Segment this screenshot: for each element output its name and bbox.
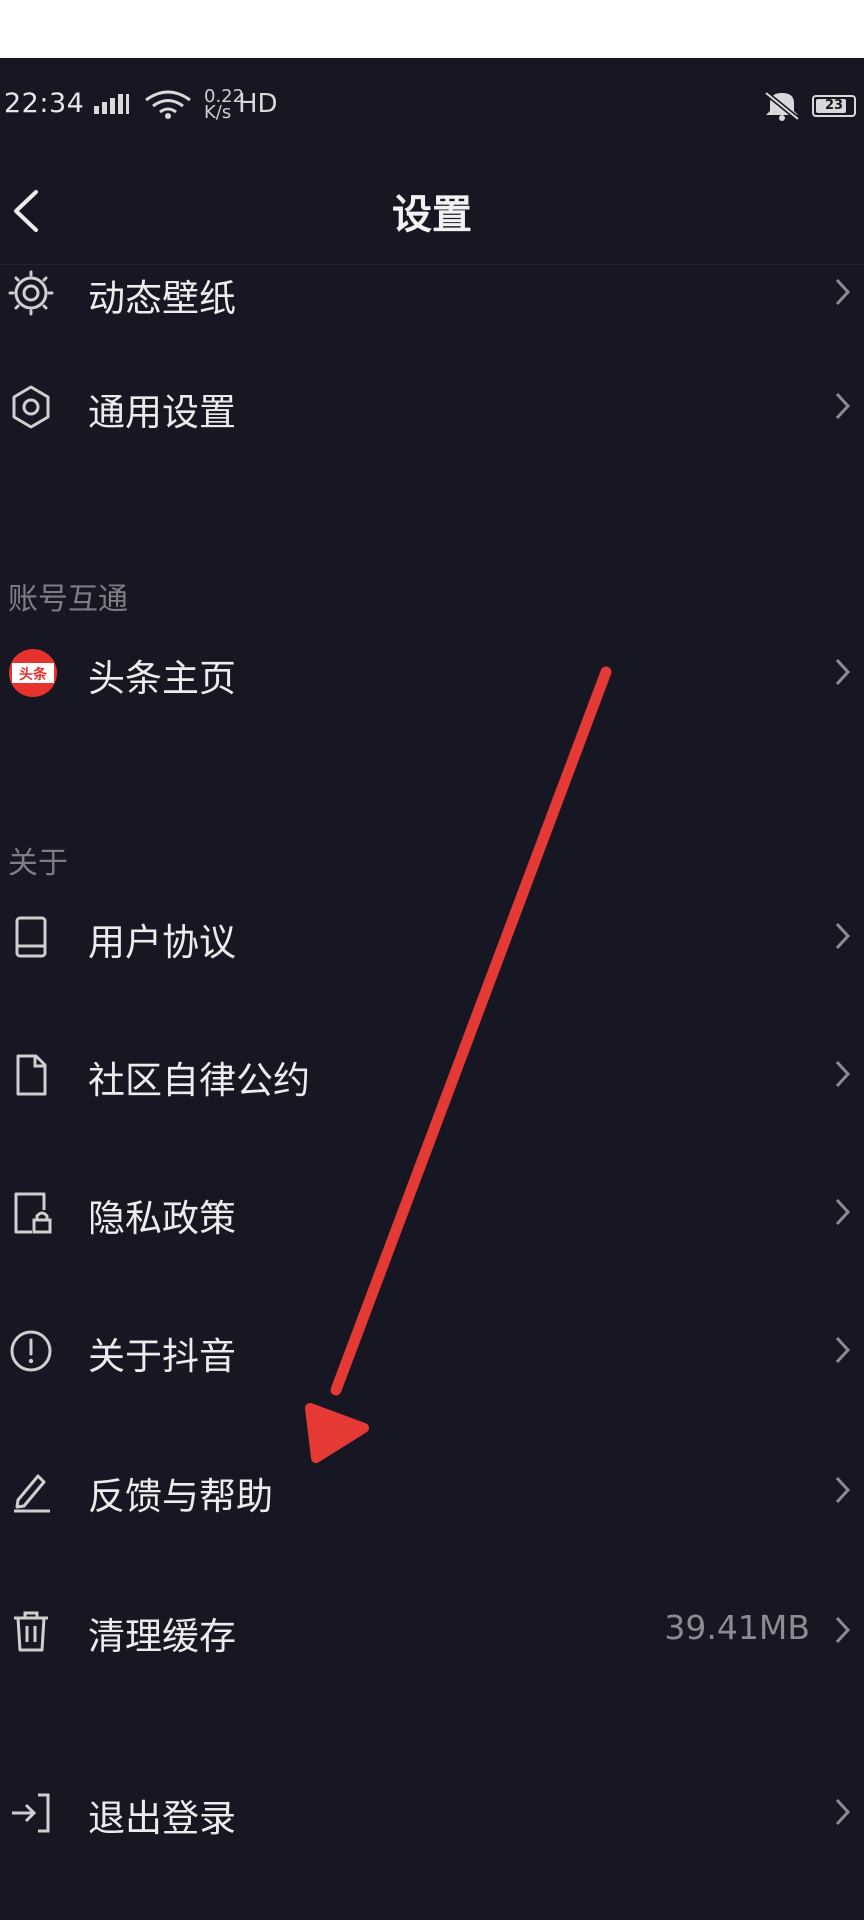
hd-indicator: HD — [238, 89, 278, 119]
lock-document-icon — [14, 1192, 52, 1234]
section-header-about: 关于 — [8, 846, 68, 881]
row-label: 动态壁纸 — [88, 277, 236, 320]
chevron-right-icon — [835, 392, 851, 420]
pencil-icon — [14, 1474, 50, 1513]
wifi-icon — [145, 90, 191, 119]
info-icon — [10, 1330, 52, 1372]
document-icon — [16, 1054, 47, 1096]
row-feedback-help[interactable]: 反馈与帮助 — [0, 1436, 864, 1546]
mute-icon — [764, 91, 800, 121]
battery-icon: 23 — [812, 95, 856, 117]
chevron-right-icon — [835, 1060, 851, 1088]
gear-icon — [12, 385, 50, 429]
chevron-right-icon — [835, 922, 851, 950]
row-label: 头条主页 — [88, 657, 236, 700]
row-label: 用户协议 — [88, 921, 236, 964]
toutiao-logo-text: 头条 — [19, 666, 48, 683]
logout-icon — [12, 1793, 50, 1833]
row-logout[interactable]: 退出登录 — [0, 1758, 864, 1868]
row-user-agreement[interactable]: 用户协议 — [0, 882, 864, 992]
row-label: 通用设置 — [88, 391, 236, 434]
status-bar: 22:34 0.22 K/s HD 23 — [0, 58, 864, 154]
battery-level: 23 — [824, 98, 844, 113]
book-icon — [15, 916, 47, 958]
row-privacy-policy[interactable]: 隐私政策 — [0, 1158, 864, 1268]
row-about-douyin[interactable]: 关于抖音 — [0, 1296, 864, 1406]
trash-icon — [14, 1611, 48, 1652]
page-title: 设置 — [392, 192, 472, 238]
chevron-right-icon — [835, 1798, 851, 1826]
chevron-right-icon — [835, 1476, 851, 1504]
wallpaper-icon — [8, 270, 54, 316]
row-community-convention[interactable]: 社区自律公约 — [0, 1020, 864, 1130]
row-label: 社区自律公约 — [88, 1059, 310, 1102]
section-header-account: 账号互通 — [8, 582, 128, 617]
row-label: 反馈与帮助 — [88, 1475, 273, 1518]
chevron-right-icon — [835, 1616, 851, 1644]
top-white-margin — [0, 0, 864, 58]
row-toutiao-home[interactable]: 头条 头条主页 — [0, 618, 864, 728]
row-dynamic-wallpaper[interactable]: 动态壁纸 — [0, 238, 864, 348]
row-clear-cache[interactable]: 清理缓存 39.41MB — [0, 1576, 864, 1686]
chevron-right-icon — [835, 278, 851, 306]
row-label: 清理缓存 — [88, 1615, 236, 1658]
cache-size-value: 39.41MB — [664, 1608, 810, 1647]
settings-screen: 22:34 0.22 K/s HD 23 设置 动态壁纸 通用设置 账号互通 头… — [0, 58, 864, 1920]
chevron-right-icon — [835, 1198, 851, 1226]
toutiao-logo-icon: 头条 — [9, 649, 57, 697]
chevron-right-icon — [835, 658, 851, 686]
row-label: 隐私政策 — [88, 1197, 236, 1240]
chevron-right-icon — [835, 1336, 851, 1364]
net-speed-unit: K/s — [204, 102, 232, 123]
signal-icon — [94, 94, 129, 114]
row-general-settings[interactable]: 通用设置 — [0, 352, 864, 462]
row-label: 退出登录 — [88, 1797, 236, 1840]
row-label: 关于抖音 — [88, 1335, 236, 1378]
status-time: 22:34 — [4, 88, 85, 119]
